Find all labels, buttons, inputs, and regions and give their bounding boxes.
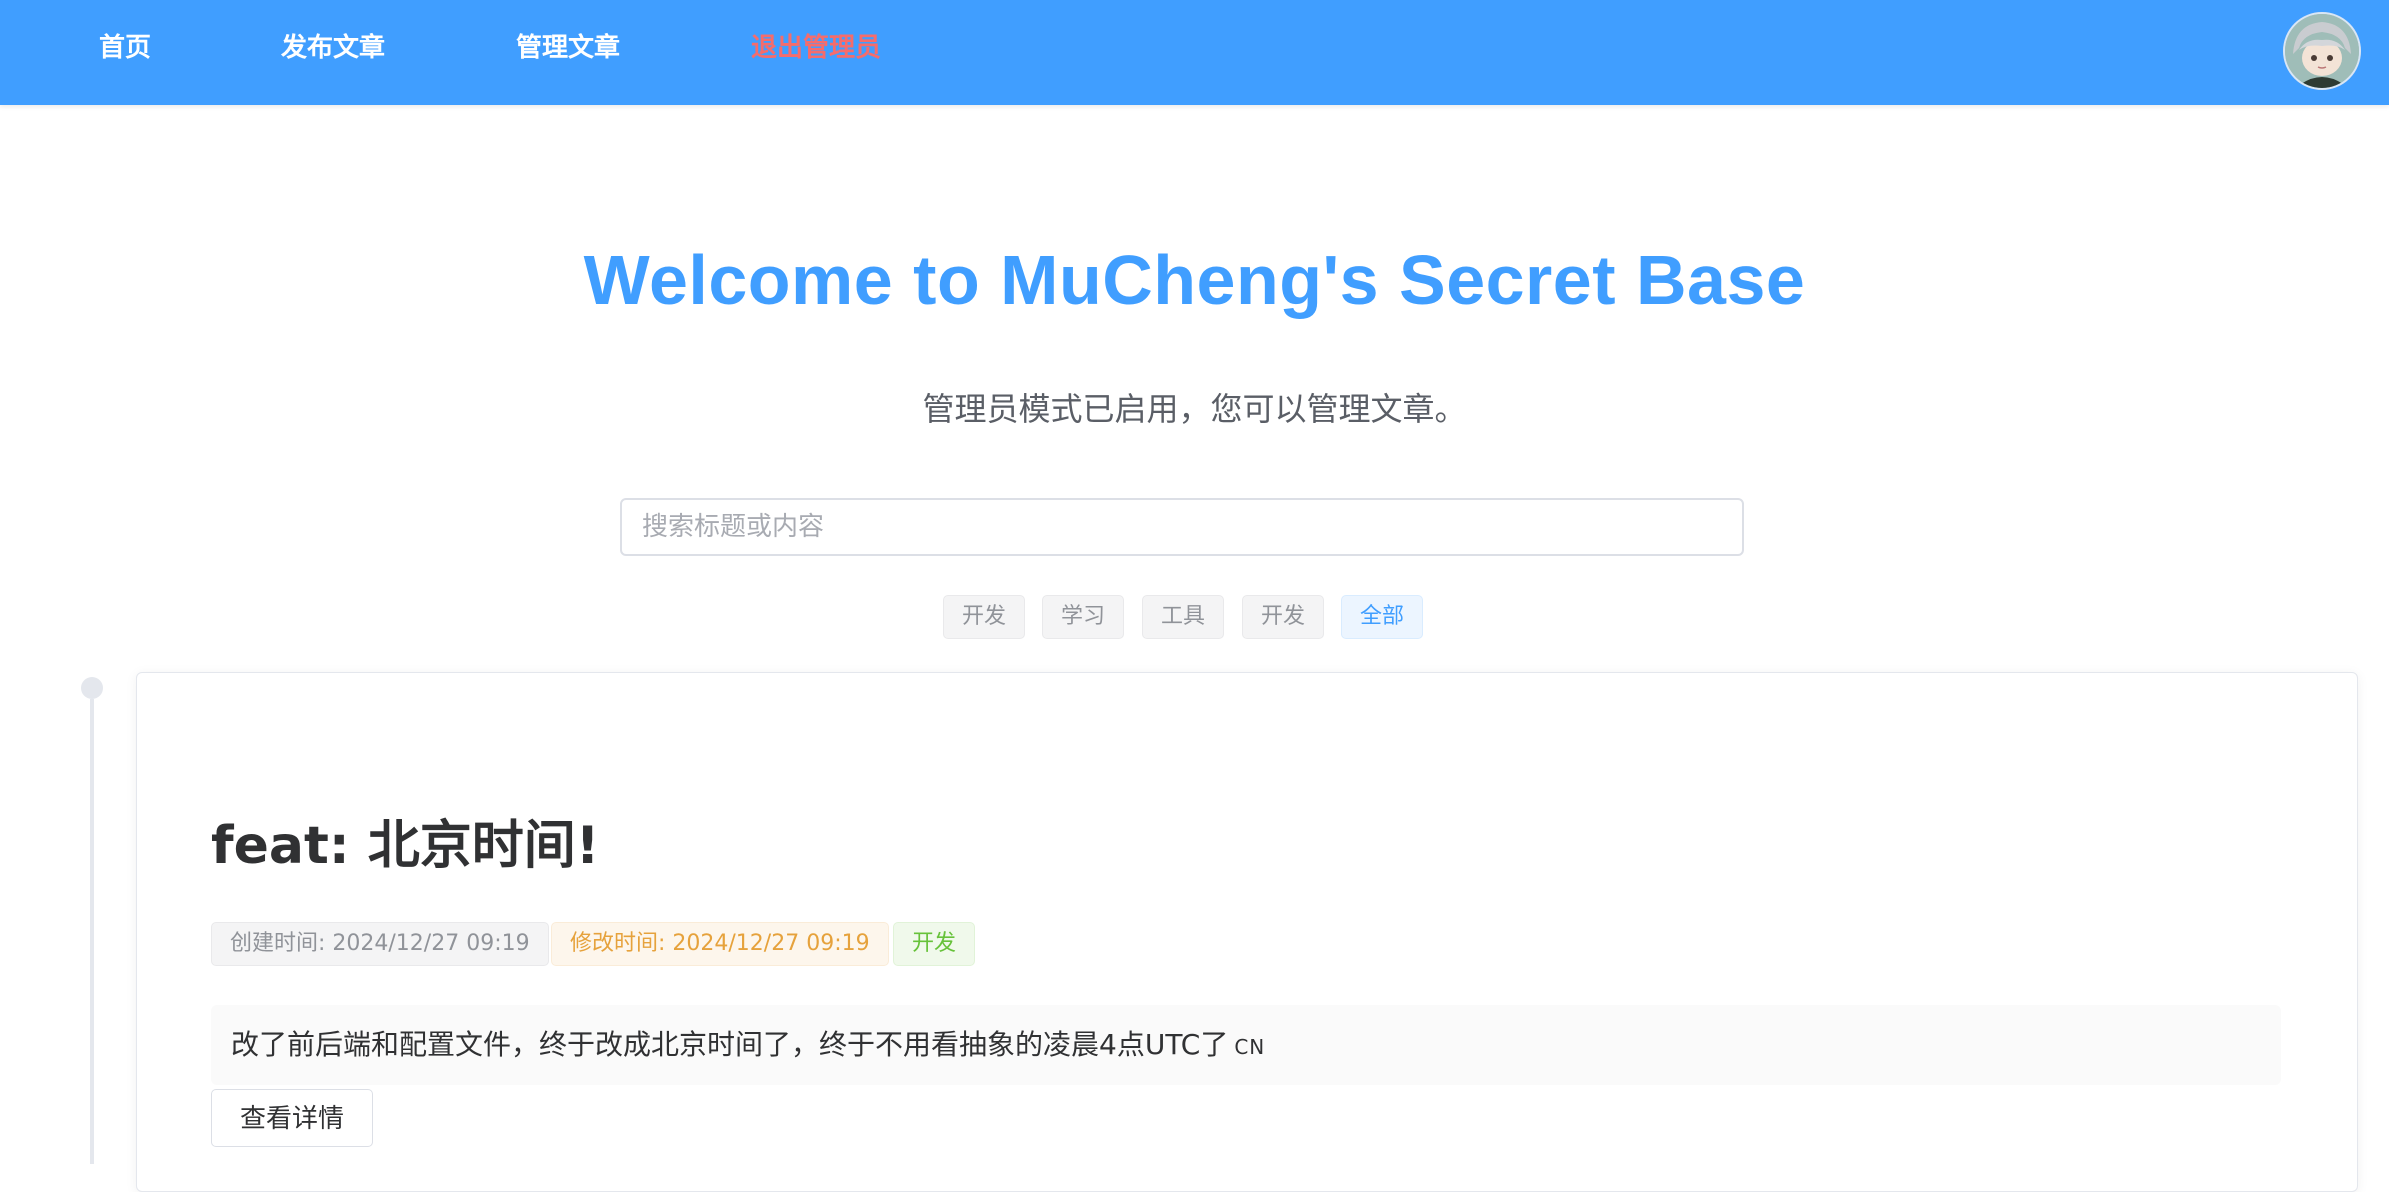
post-excerpt-text: 改了前后端和配置文件，终于改成北京时间了，终于不用看抽象的凌晨4点UTC了 <box>231 1028 1229 1061</box>
modified-time-badge: 修改时间: 2024/12/27 09:19 <box>551 922 889 966</box>
view-details-button[interactable]: 查看详情 <box>211 1089 374 1147</box>
post-card: feat: 北京时间! 创建时间: 2024/12/27 09:19 修改时间:… <box>136 672 2358 1192</box>
created-time-badge: 创建时间: 2024/12/27 09:19 <box>211 922 549 966</box>
filter-tag-dev-2[interactable]: 开发 <box>1242 595 1325 639</box>
user-avatar-icon <box>2285 14 2359 88</box>
timeline-line <box>90 699 94 1164</box>
post-excerpt: 改了前后端和配置文件，终于改成北京时间了，终于不用看抽象的凌晨4点UTC了 CN <box>211 1005 2281 1085</box>
filter-tag-tools[interactable]: 工具 <box>1142 595 1225 639</box>
cn-flag-icon: CN <box>1234 1035 1266 1059</box>
page-title: Welcome to MuCheng's Secret Base <box>583 241 1806 319</box>
nav-publish-article[interactable]: 发布文章 <box>281 28 385 68</box>
post-title: feat: 北京时间! <box>211 816 600 876</box>
filter-tag-all[interactable]: 全部 <box>1341 595 1424 639</box>
nav-manage-articles[interactable]: 管理文章 <box>516 28 620 68</box>
filter-tag-dev[interactable]: 开发 <box>943 595 1026 639</box>
top-navbar: 首页 发布文章 管理文章 退出管理员 <box>0 0 2389 105</box>
user-avatar[interactable] <box>2283 12 2361 90</box>
search-input[interactable] <box>620 498 1744 556</box>
nav-logout-admin[interactable]: 退出管理员 <box>751 28 881 68</box>
nav-home[interactable]: 首页 <box>99 28 151 68</box>
page-subtitle: 管理员模式已启用，您可以管理文章。 <box>922 390 1467 428</box>
category-badge: 开发 <box>893 922 976 966</box>
filter-tag-study[interactable]: 学习 <box>1042 595 1125 639</box>
timeline-dot <box>81 677 103 699</box>
